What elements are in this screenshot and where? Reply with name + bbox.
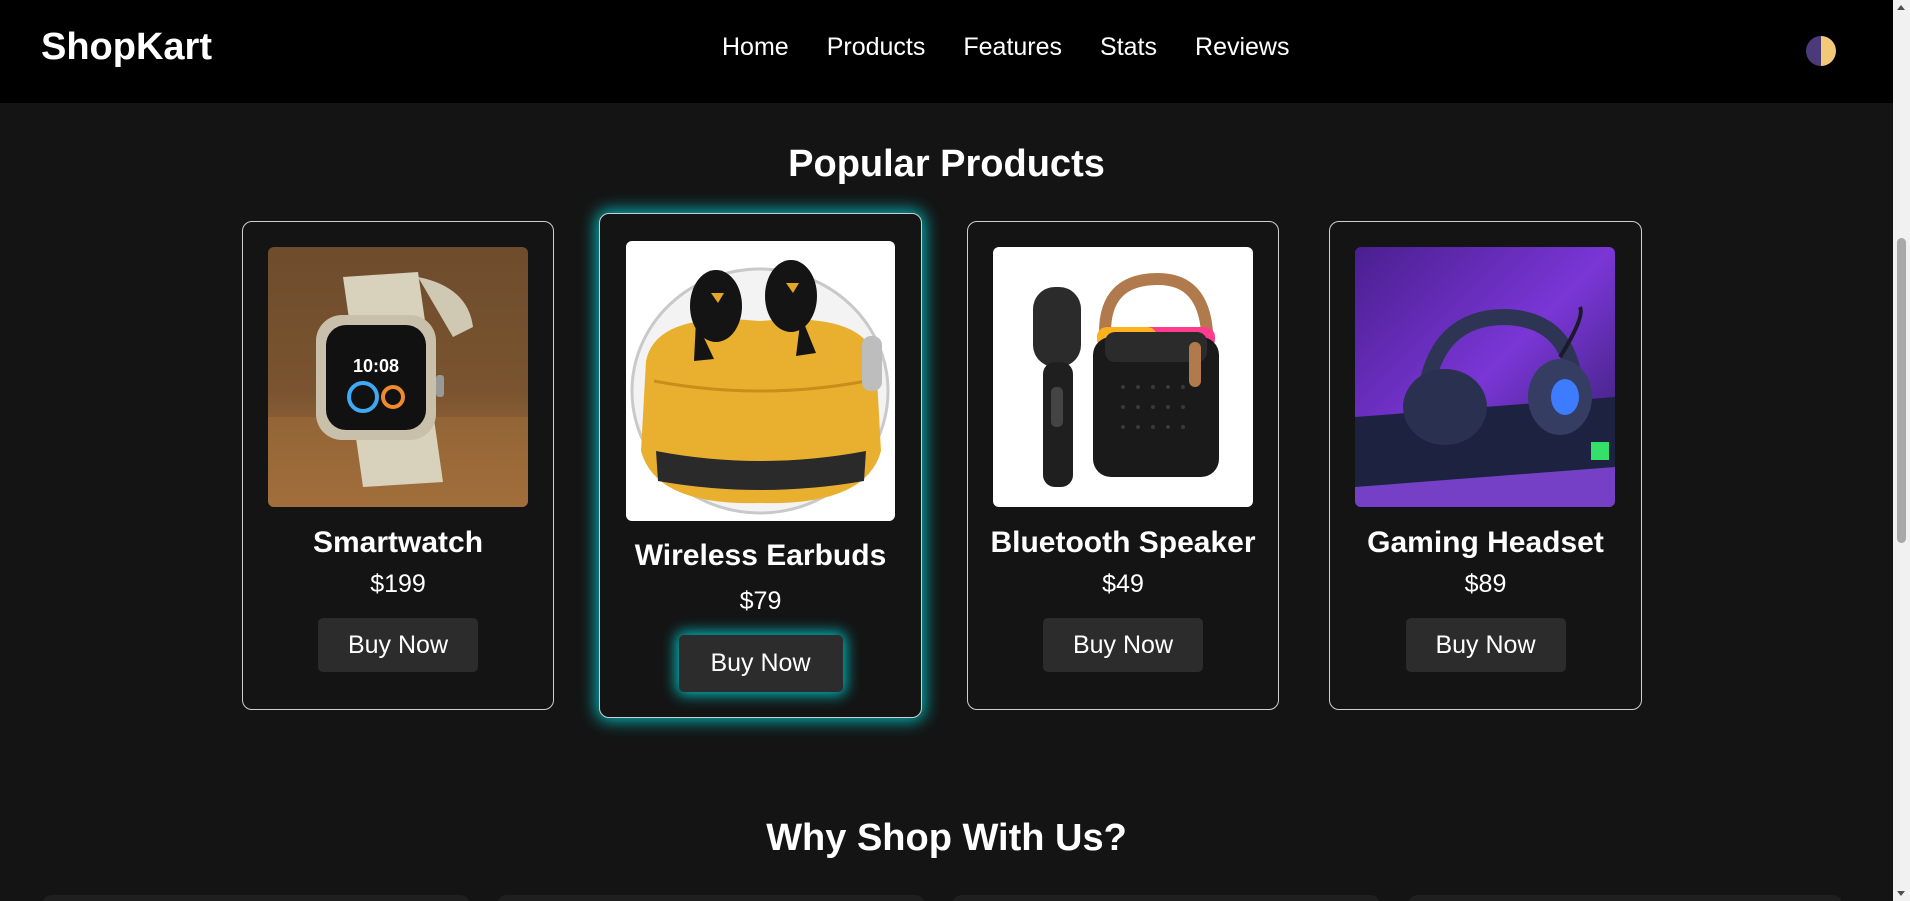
product-price: $79 (739, 587, 782, 615)
vertical-scrollbar[interactable] (1893, 0, 1910, 901)
brand-logo[interactable]: ShopKart (41, 26, 212, 69)
feature-card (952, 895, 1380, 901)
scroll-down-icon[interactable] (1897, 891, 1905, 896)
smartwatch-image: 10:08 (268, 247, 528, 507)
nav-link-features[interactable]: Features (963, 33, 1062, 62)
product-price: $49 (1102, 570, 1144, 598)
product-name: Gaming Headset (1367, 526, 1604, 559)
product-card-bluetooth-speaker: Bluetooth Speaker $49 Buy Now (967, 221, 1279, 710)
nav-link-stats[interactable]: Stats (1100, 33, 1157, 62)
product-card-gaming-headset: Gaming Headset $89 Buy Now (1329, 221, 1642, 710)
nav-link-products[interactable]: Products (827, 33, 926, 62)
scroll-up-icon[interactable] (1897, 5, 1905, 10)
headset-image (1355, 247, 1615, 507)
product-price: $199 (370, 570, 426, 598)
feature-card (42, 895, 470, 901)
nav-links: Home Products Features Stats Reviews (722, 33, 1290, 62)
product-name: Wireless Earbuds (634, 539, 887, 572)
navbar: ShopKart Home Products Features Stats Re… (0, 0, 1893, 103)
scrollbar-thumb[interactable] (1897, 238, 1906, 543)
svg-text:10:08: 10:08 (353, 356, 399, 376)
page: ShopKart Home Products Features Stats Re… (0, 0, 1910, 901)
theme-toggle-icon[interactable] (1806, 36, 1836, 66)
product-name: Smartwatch (312, 526, 484, 559)
product-price: $89 (1464, 570, 1507, 598)
product-name: Bluetooth Speaker (990, 526, 1256, 559)
buy-now-button-bluetooth-speaker[interactable]: Buy Now (1043, 618, 1203, 672)
nav-link-home[interactable]: Home (722, 33, 789, 62)
feature-card (497, 895, 925, 901)
product-card-wireless-earbuds: Wireless Earbuds $79 Buy Now (599, 213, 922, 718)
earbuds-image (626, 241, 895, 521)
speaker-image (993, 247, 1253, 507)
why-shop-title: Why Shop With Us? (766, 817, 1127, 859)
nav-link-reviews[interactable]: Reviews (1195, 33, 1289, 62)
feature-card (1408, 895, 1842, 901)
popular-products-title: Popular Products (788, 143, 1105, 185)
buy-now-button-gaming-headset[interactable]: Buy Now (1405, 618, 1566, 672)
buy-now-button-smartwatch[interactable]: Buy Now (318, 618, 478, 672)
product-card-smartwatch: 10:08 Smartwatch $199 Buy Now (242, 221, 554, 710)
buy-now-button-wireless-earbuds[interactable]: Buy Now (678, 635, 843, 692)
